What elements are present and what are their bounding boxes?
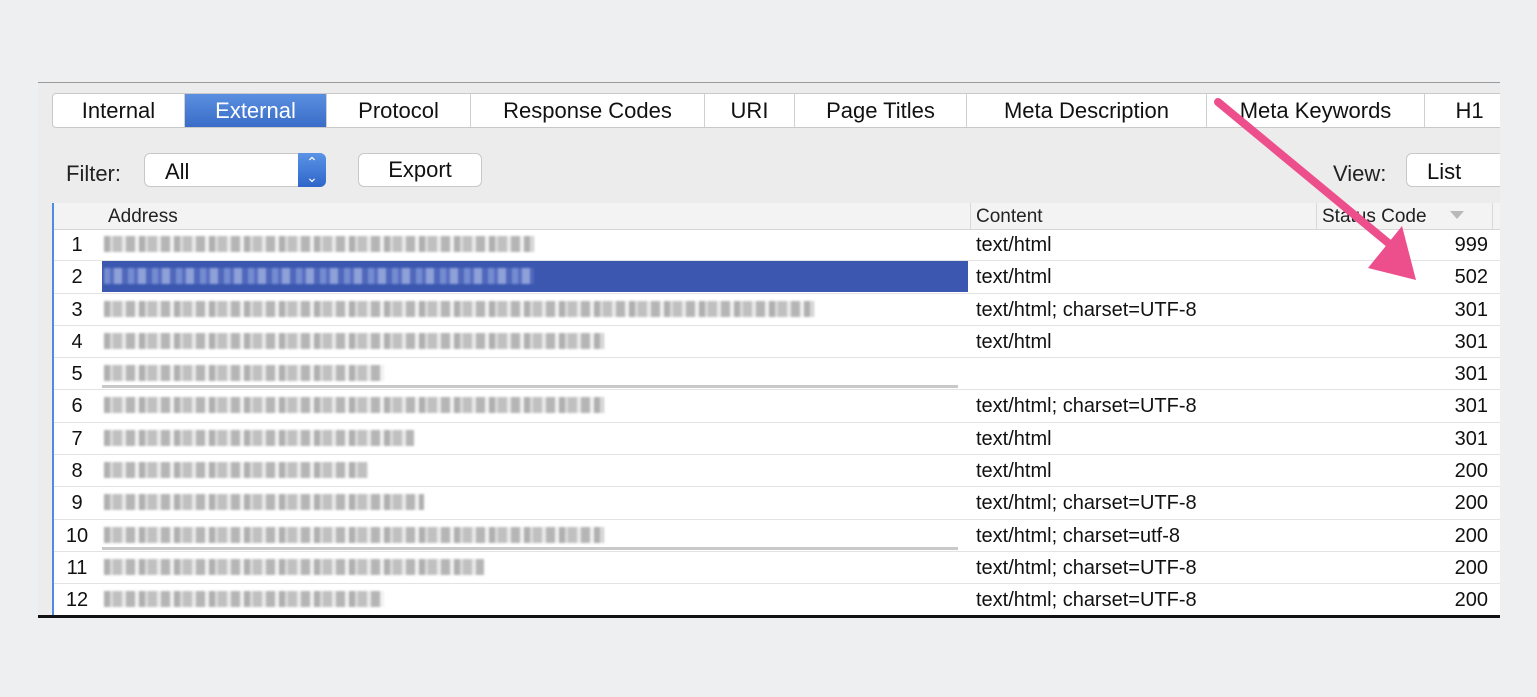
- address-cell-redacted: [104, 555, 484, 579]
- table-row-selected[interactable]: 2 text/html 502: [54, 261, 1500, 294]
- address-cell-redacted: [104, 426, 414, 450]
- content-cell: text/html; charset=UTF-8: [976, 395, 1197, 418]
- tab-bar: Internal External Protocol Response Code…: [52, 93, 1500, 128]
- external-links-panel: Internal External Protocol Response Code…: [38, 82, 1500, 618]
- tab-meta-keywords[interactable]: Meta Keywords: [1207, 94, 1425, 127]
- row-number: 8: [71, 460, 83, 483]
- status-code-cell: 301: [1454, 363, 1488, 386]
- status-code-cell: 200: [1454, 589, 1488, 612]
- status-code-cell: 301: [1454, 427, 1488, 450]
- next-column-cell: (: [1499, 492, 1500, 515]
- view-value: List: [1427, 159, 1462, 184]
- address-cell-redacted: [104, 329, 604, 353]
- status-code-cell: 999: [1454, 234, 1488, 256]
- status-code-cell: 301: [1454, 298, 1488, 321]
- tab-protocol[interactable]: Protocol: [327, 94, 471, 127]
- row-number: 2: [71, 266, 83, 289]
- content-cell: text/html: [976, 427, 1052, 450]
- table-row[interactable]: 10 text/html; charset=utf-8 200 (: [54, 520, 1500, 552]
- column-divider[interactable]: [1316, 203, 1317, 229]
- address-cell-redacted: [104, 587, 384, 611]
- next-column-cell: (: [1499, 525, 1500, 548]
- tab-response-codes[interactable]: Response Codes: [471, 94, 705, 127]
- table-row[interactable]: 5 301: [54, 358, 1500, 391]
- column-divider[interactable]: [1492, 203, 1493, 229]
- next-column-cell: (: [1499, 460, 1500, 483]
- address-cell-redacted: [104, 458, 368, 482]
- tab-uri[interactable]: URI: [705, 94, 795, 127]
- row-number: 12: [65, 589, 89, 612]
- address-cell-redacted: [104, 297, 814, 321]
- tab-meta-description[interactable]: Meta Description: [967, 94, 1207, 127]
- row-number: 10: [65, 524, 89, 547]
- view-select[interactable]: List: [1406, 153, 1500, 187]
- row-number: 11: [66, 556, 88, 579]
- sort-descending-icon[interactable]: [1450, 211, 1464, 219]
- filter-label: Filter:: [66, 161, 121, 186]
- tab-internal[interactable]: Internal: [53, 94, 185, 127]
- tab-page-titles[interactable]: Page Titles: [795, 94, 967, 127]
- row-number: 1: [71, 234, 83, 256]
- results-table: Address Content Status Code 1 text/html …: [52, 203, 1500, 615]
- table-row[interactable]: 11 text/html; charset=UTF-8 200 (: [54, 552, 1500, 585]
- row-number: 9: [71, 492, 83, 515]
- table-row[interactable]: 7 text/html 301: [54, 423, 1500, 456]
- status-code-cell: 200: [1454, 556, 1488, 579]
- address-cell-redacted: [104, 361, 384, 385]
- table-row[interactable]: 9 text/html; charset=UTF-8 200 (: [54, 487, 1500, 520]
- export-button[interactable]: Export: [358, 153, 482, 187]
- column-header-status-code[interactable]: Status Code: [1322, 206, 1427, 228]
- next-column-cell: (: [1499, 589, 1500, 612]
- table-row[interactable]: 12 text/html; charset=UTF-8 200 (: [54, 584, 1500, 615]
- column-divider[interactable]: [970, 203, 971, 229]
- status-code-cell: 200: [1454, 524, 1488, 547]
- table-row[interactable]: 3 text/html; charset=UTF-8 301: [54, 294, 1500, 326]
- content-cell: text/html; charset=UTF-8: [976, 556, 1197, 579]
- status-code-cell: 200: [1454, 460, 1488, 483]
- toolbar: Filter: All ⌃ ⌄ Export View: List: [38, 151, 1500, 191]
- column-header-address[interactable]: Address: [108, 206, 178, 228]
- content-cell: text/html; charset=UTF-8: [976, 298, 1197, 321]
- row-number: 7: [71, 427, 83, 450]
- content-cell: text/html: [976, 234, 1052, 256]
- table-row[interactable]: 8 text/html 200 (: [54, 455, 1500, 488]
- view-label: View:: [1333, 161, 1387, 186]
- status-code-cell: 301: [1454, 395, 1488, 418]
- address-cell-redacted: [104, 393, 604, 417]
- address-cell-redacted: [104, 523, 604, 547]
- table-row[interactable]: 1 text/html 999: [54, 229, 1500, 262]
- address-cell-redacted: [104, 264, 534, 288]
- divider: [102, 385, 958, 389]
- table-header: Address Content Status Code: [54, 203, 1500, 230]
- content-cell: text/html; charset=utf-8: [976, 524, 1180, 547]
- row-number: 5: [71, 363, 83, 386]
- row-number: 3: [71, 298, 83, 321]
- table-row[interactable]: 6 text/html; charset=UTF-8 301: [54, 390, 1500, 423]
- select-stepper-icon: ⌃ ⌄: [298, 153, 326, 187]
- row-number: 6: [71, 395, 83, 418]
- tab-external[interactable]: External: [185, 94, 327, 127]
- status-code-cell: 200: [1454, 492, 1488, 515]
- content-cell: text/html; charset=UTF-8: [976, 589, 1197, 612]
- status-code-cell: 301: [1454, 330, 1488, 353]
- divider: [102, 546, 958, 550]
- address-cell-redacted: [104, 490, 424, 514]
- next-column-cell: (: [1499, 557, 1500, 580]
- status-code-cell: 502: [1454, 266, 1488, 289]
- table-row[interactable]: 4 text/html 301: [54, 326, 1500, 359]
- address-cell-redacted: [104, 232, 534, 256]
- row-number: 4: [71, 330, 83, 353]
- filter-value: All: [165, 159, 190, 184]
- content-cell: text/html; charset=UTF-8: [976, 492, 1197, 515]
- content-cell: text/html: [976, 266, 1052, 289]
- filter-select[interactable]: All ⌃ ⌄: [144, 153, 326, 187]
- tab-h1[interactable]: H1: [1425, 94, 1500, 127]
- content-cell: text/html: [976, 460, 1052, 483]
- column-header-content[interactable]: Content: [976, 206, 1043, 228]
- content-cell: text/html: [976, 330, 1052, 353]
- table-body: 1 text/html 999 2 text/html 502 3 text/h…: [54, 229, 1500, 615]
